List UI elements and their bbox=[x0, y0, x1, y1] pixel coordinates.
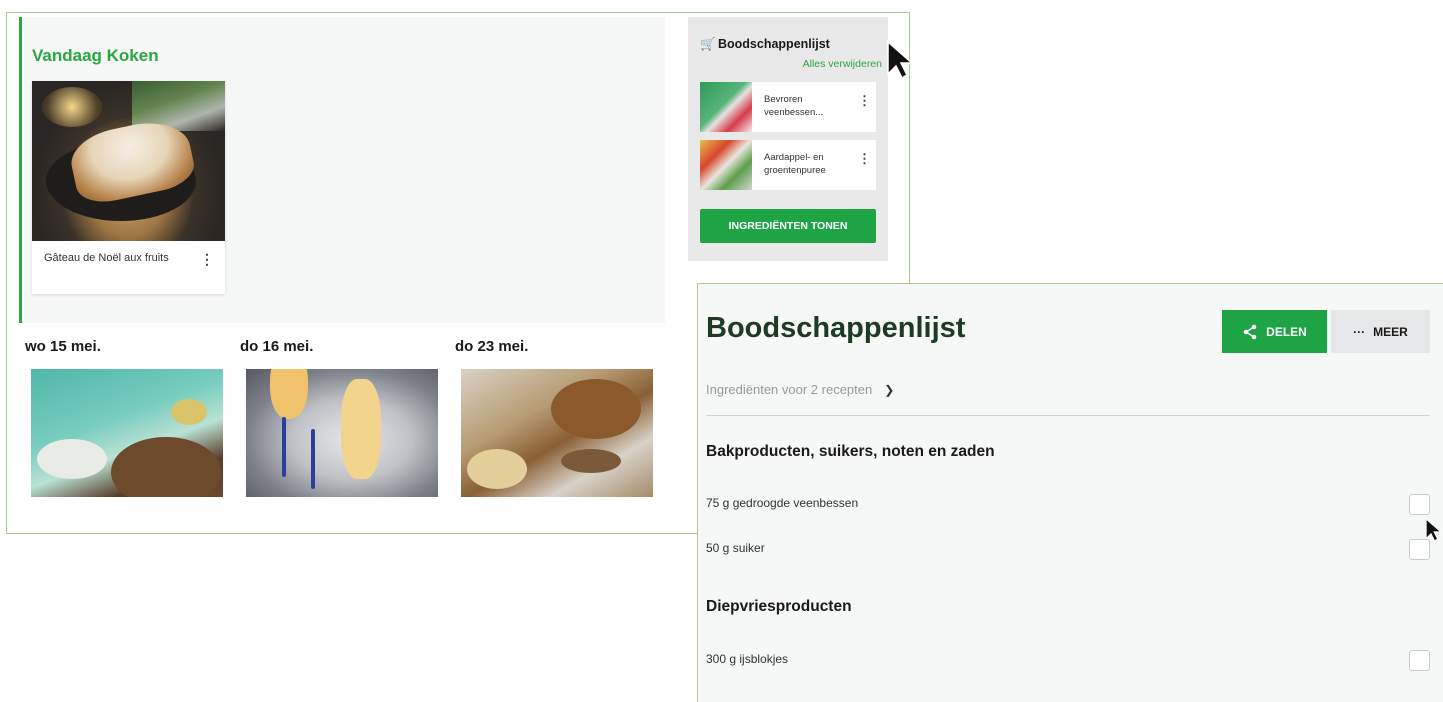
item-thumbnail bbox=[700, 82, 752, 132]
shopping-list-panel: 🛒 Boodschappenlijst Alles verwijderen Bev… bbox=[688, 17, 888, 261]
item-name: Bevroren veenbessen... bbox=[764, 94, 824, 118]
chevron-down-icon: ❯ bbox=[884, 383, 895, 397]
more-vertical-icon[interactable]: ⋮ bbox=[858, 152, 871, 165]
more-button-label: MEER bbox=[1373, 324, 1408, 339]
section-title: Diepvriesproducten bbox=[706, 598, 852, 615]
photo-stem bbox=[311, 429, 315, 489]
photo-roast bbox=[111, 437, 221, 497]
ingredient-text: 300 g ijsblokjes bbox=[706, 652, 789, 666]
day-label: do 16 mei. bbox=[240, 338, 314, 355]
day-recipe-photo[interactable] bbox=[246, 369, 438, 497]
recipes-summary-text: Ingrediënten voor 2 recepten bbox=[706, 382, 873, 397]
photo-glass bbox=[270, 369, 308, 419]
photo-stem bbox=[282, 417, 286, 477]
clear-all-link[interactable]: Alles verwijderen bbox=[803, 58, 882, 70]
ingredient-text: 75 g gedroogde veenbessen bbox=[706, 496, 859, 510]
more-horizontal-icon: ··· bbox=[1353, 324, 1366, 339]
page-title: Boodschappenlijst bbox=[706, 312, 966, 344]
ingredient-checkbox[interactable] bbox=[1409, 650, 1430, 671]
photo-potatoes bbox=[171, 399, 207, 425]
today-section: Vandaag Koken Gâteau de Noël aux fruits … bbox=[19, 17, 665, 323]
cart-icon: 🛒 bbox=[700, 37, 716, 51]
section-title: Bakproducten, suikers, noten en zaden bbox=[706, 443, 995, 460]
photo-gravy bbox=[561, 449, 621, 473]
share-button[interactable]: DELEN bbox=[1222, 310, 1327, 353]
ingredient-row[interactable]: 50 g suiker bbox=[706, 539, 1430, 561]
recipe-name: Gâteau de Noël aux fruits bbox=[44, 252, 169, 264]
shopping-list-title-text: Boodschappenlijst bbox=[718, 37, 830, 51]
ingredient-row[interactable]: 300 g ijsblokjes bbox=[706, 650, 1430, 672]
shopping-list-title: 🛒 Boodschappenlijst bbox=[700, 37, 830, 52]
day-label: wo 15 mei. bbox=[25, 338, 101, 355]
today-title: Vandaag Koken bbox=[32, 46, 159, 65]
more-button[interactable]: ··· MEER bbox=[1331, 310, 1430, 353]
show-ingredients-button[interactable]: INGREDIËNTEN TONEN bbox=[700, 209, 876, 243]
share-icon bbox=[1243, 324, 1257, 339]
divider bbox=[706, 415, 1430, 416]
shopping-list-screen: Boodschappenlijst DELEN ··· MEER Ingredi… bbox=[697, 283, 1443, 702]
shopping-list-item[interactable]: Bevroren veenbessen... ⋮ bbox=[700, 82, 876, 132]
ingredient-text: 50 g suiker bbox=[706, 541, 765, 555]
photo-potatoes bbox=[467, 449, 527, 489]
day-recipe-photo[interactable] bbox=[461, 369, 653, 497]
ingredient-row[interactable]: 75 g gedroogde veenbessen bbox=[706, 494, 1430, 516]
photo-candle-light bbox=[42, 87, 102, 127]
recipe-photo[interactable] bbox=[32, 81, 225, 241]
more-vertical-icon[interactable]: ⋮ bbox=[200, 252, 214, 266]
recipe-card[interactable]: Gâteau de Noël aux fruits ⋮ bbox=[32, 81, 225, 294]
item-name: Aardappel- en groentenpuree bbox=[764, 152, 826, 176]
more-vertical-icon[interactable]: ⋮ bbox=[858, 94, 871, 107]
photo-chicken bbox=[551, 379, 641, 439]
day-label: do 23 mei. bbox=[455, 338, 529, 355]
photo-glass bbox=[341, 379, 381, 479]
share-button-label: DELEN bbox=[1266, 324, 1307, 339]
photo-plate bbox=[37, 439, 107, 479]
cursor-arrow-icon bbox=[887, 40, 914, 80]
recipes-summary-dropdown[interactable]: Ingrediënten voor 2 recepten ❯ bbox=[706, 382, 894, 397]
cursor-arrow-icon bbox=[1425, 518, 1442, 542]
shopping-list-item[interactable]: Aardappel- en groentenpuree ⋮ bbox=[700, 140, 876, 190]
item-thumbnail bbox=[700, 140, 752, 190]
day-recipe-photo[interactable] bbox=[31, 369, 223, 497]
